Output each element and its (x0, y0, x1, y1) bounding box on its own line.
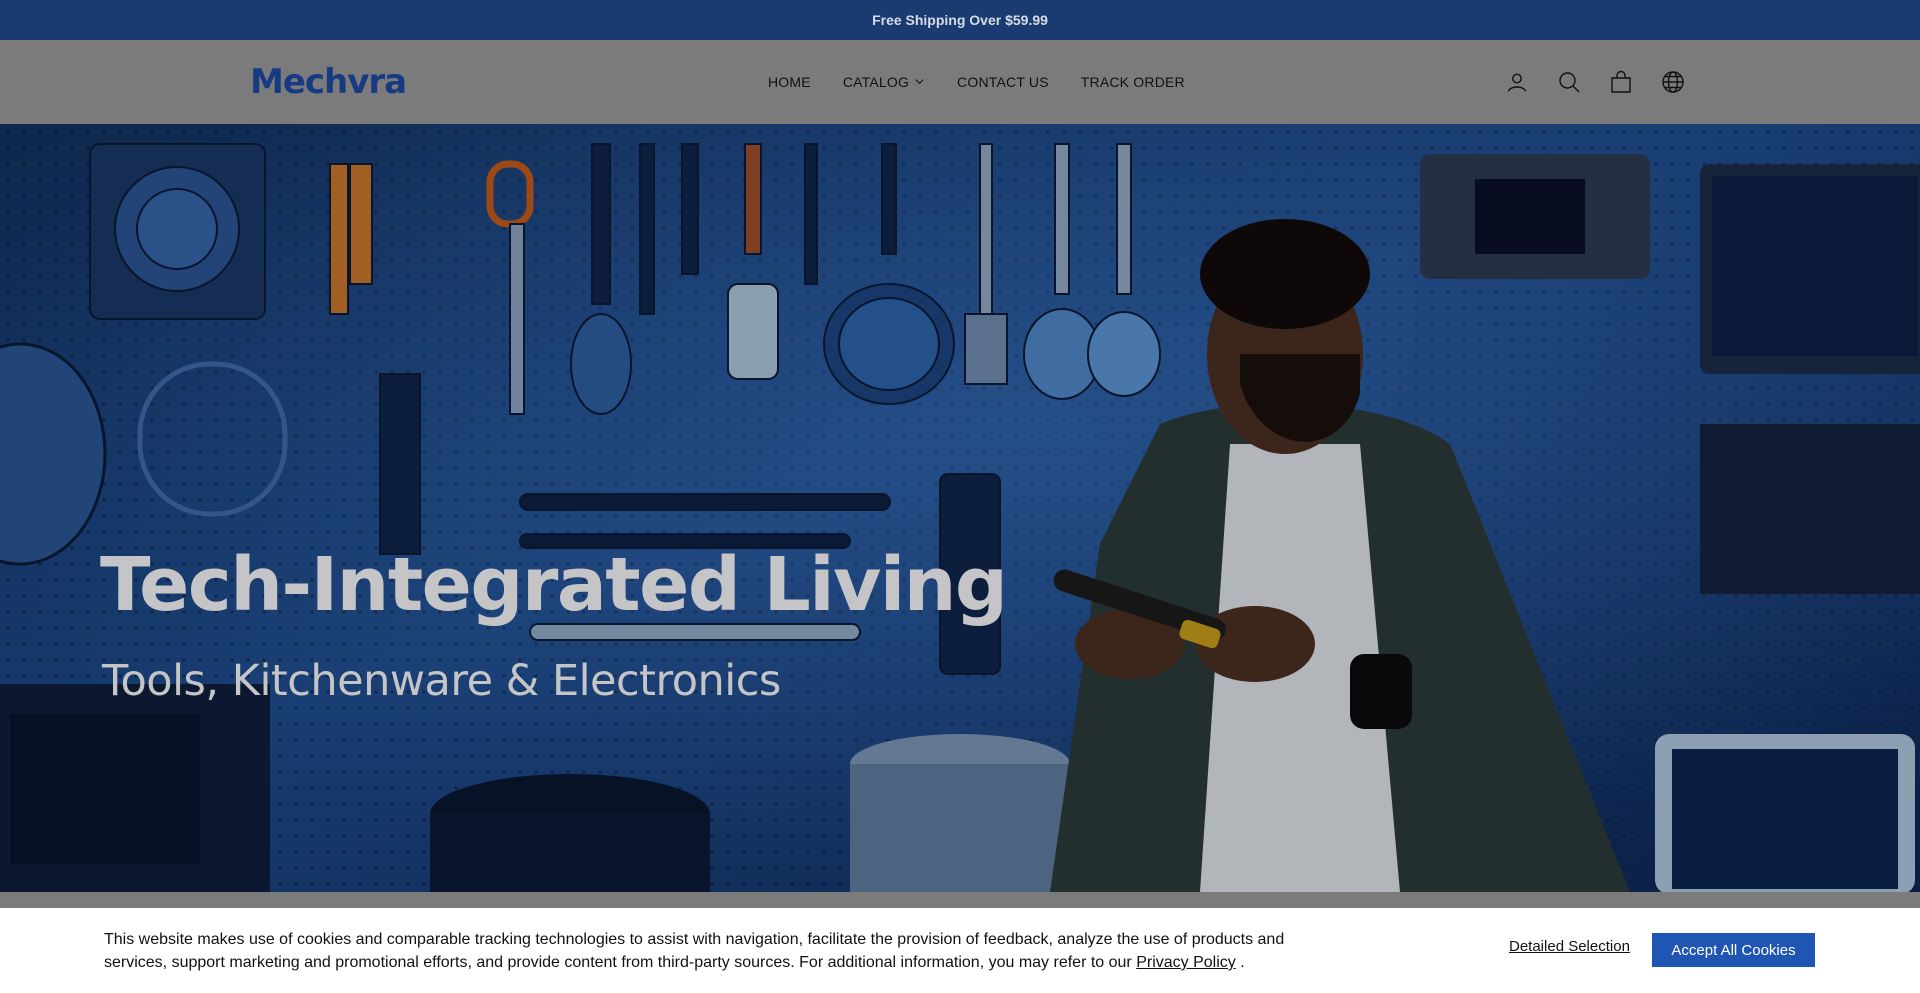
chevron-down-icon (914, 74, 925, 90)
accept-all-cookies-button[interactable]: Accept All Cookies (1652, 933, 1815, 967)
nav-track-label: TRACK ORDER (1080, 74, 1185, 90)
nav-contact-label: CONTACT US (957, 74, 1049, 90)
nav-contact-us[interactable]: CONTACT US (957, 74, 1049, 90)
cookie-text: This website makes use of cookies and co… (104, 931, 1285, 971)
cookie-message: This website makes use of cookies and co… (104, 928, 1324, 974)
nav-catalog[interactable]: CATALOG (843, 74, 925, 90)
hero-title: Tech-Integrated Living (100, 542, 1008, 628)
account-icon[interactable] (1504, 69, 1530, 95)
logo[interactable]: Mechvra (250, 60, 407, 104)
logo-text: Mechvra (250, 62, 407, 102)
cart-icon[interactable] (1608, 69, 1634, 95)
nav-home-label: HOME (768, 74, 811, 90)
section-divider (0, 892, 1920, 908)
hero-banner[interactable]: Tech-Integrated Living Tools, Kitchenwar… (0, 124, 1920, 892)
announcement-text: Free Shipping Over $59.99 (872, 12, 1048, 28)
search-icon[interactable] (1556, 69, 1582, 95)
hero-subtitle: Tools, Kitchenware & Electronics (102, 656, 781, 706)
hero-image (0, 124, 1920, 892)
nav-catalog-label: CATALOG (842, 74, 910, 90)
cookie-text-end: . (1240, 954, 1245, 971)
site-header: Mechvra HOME CATALOG CONTACT US TRACK OR… (0, 40, 1920, 124)
main-nav: HOME CATALOG CONTACT US TRACK ORDER (768, 40, 1185, 124)
nav-track-order[interactable]: TRACK ORDER (1081, 74, 1185, 90)
detailed-selection-button[interactable]: Detailed Selection (1509, 938, 1630, 955)
globe-icon[interactable] (1660, 69, 1686, 95)
nav-home[interactable]: HOME (768, 74, 811, 90)
cookie-banner: This website makes use of cookies and co… (0, 908, 1920, 993)
privacy-policy-link[interactable]: Privacy Policy (1136, 954, 1236, 971)
announcement-bar: Free Shipping Over $59.99 (0, 0, 1920, 40)
header-icons (1504, 40, 1686, 124)
